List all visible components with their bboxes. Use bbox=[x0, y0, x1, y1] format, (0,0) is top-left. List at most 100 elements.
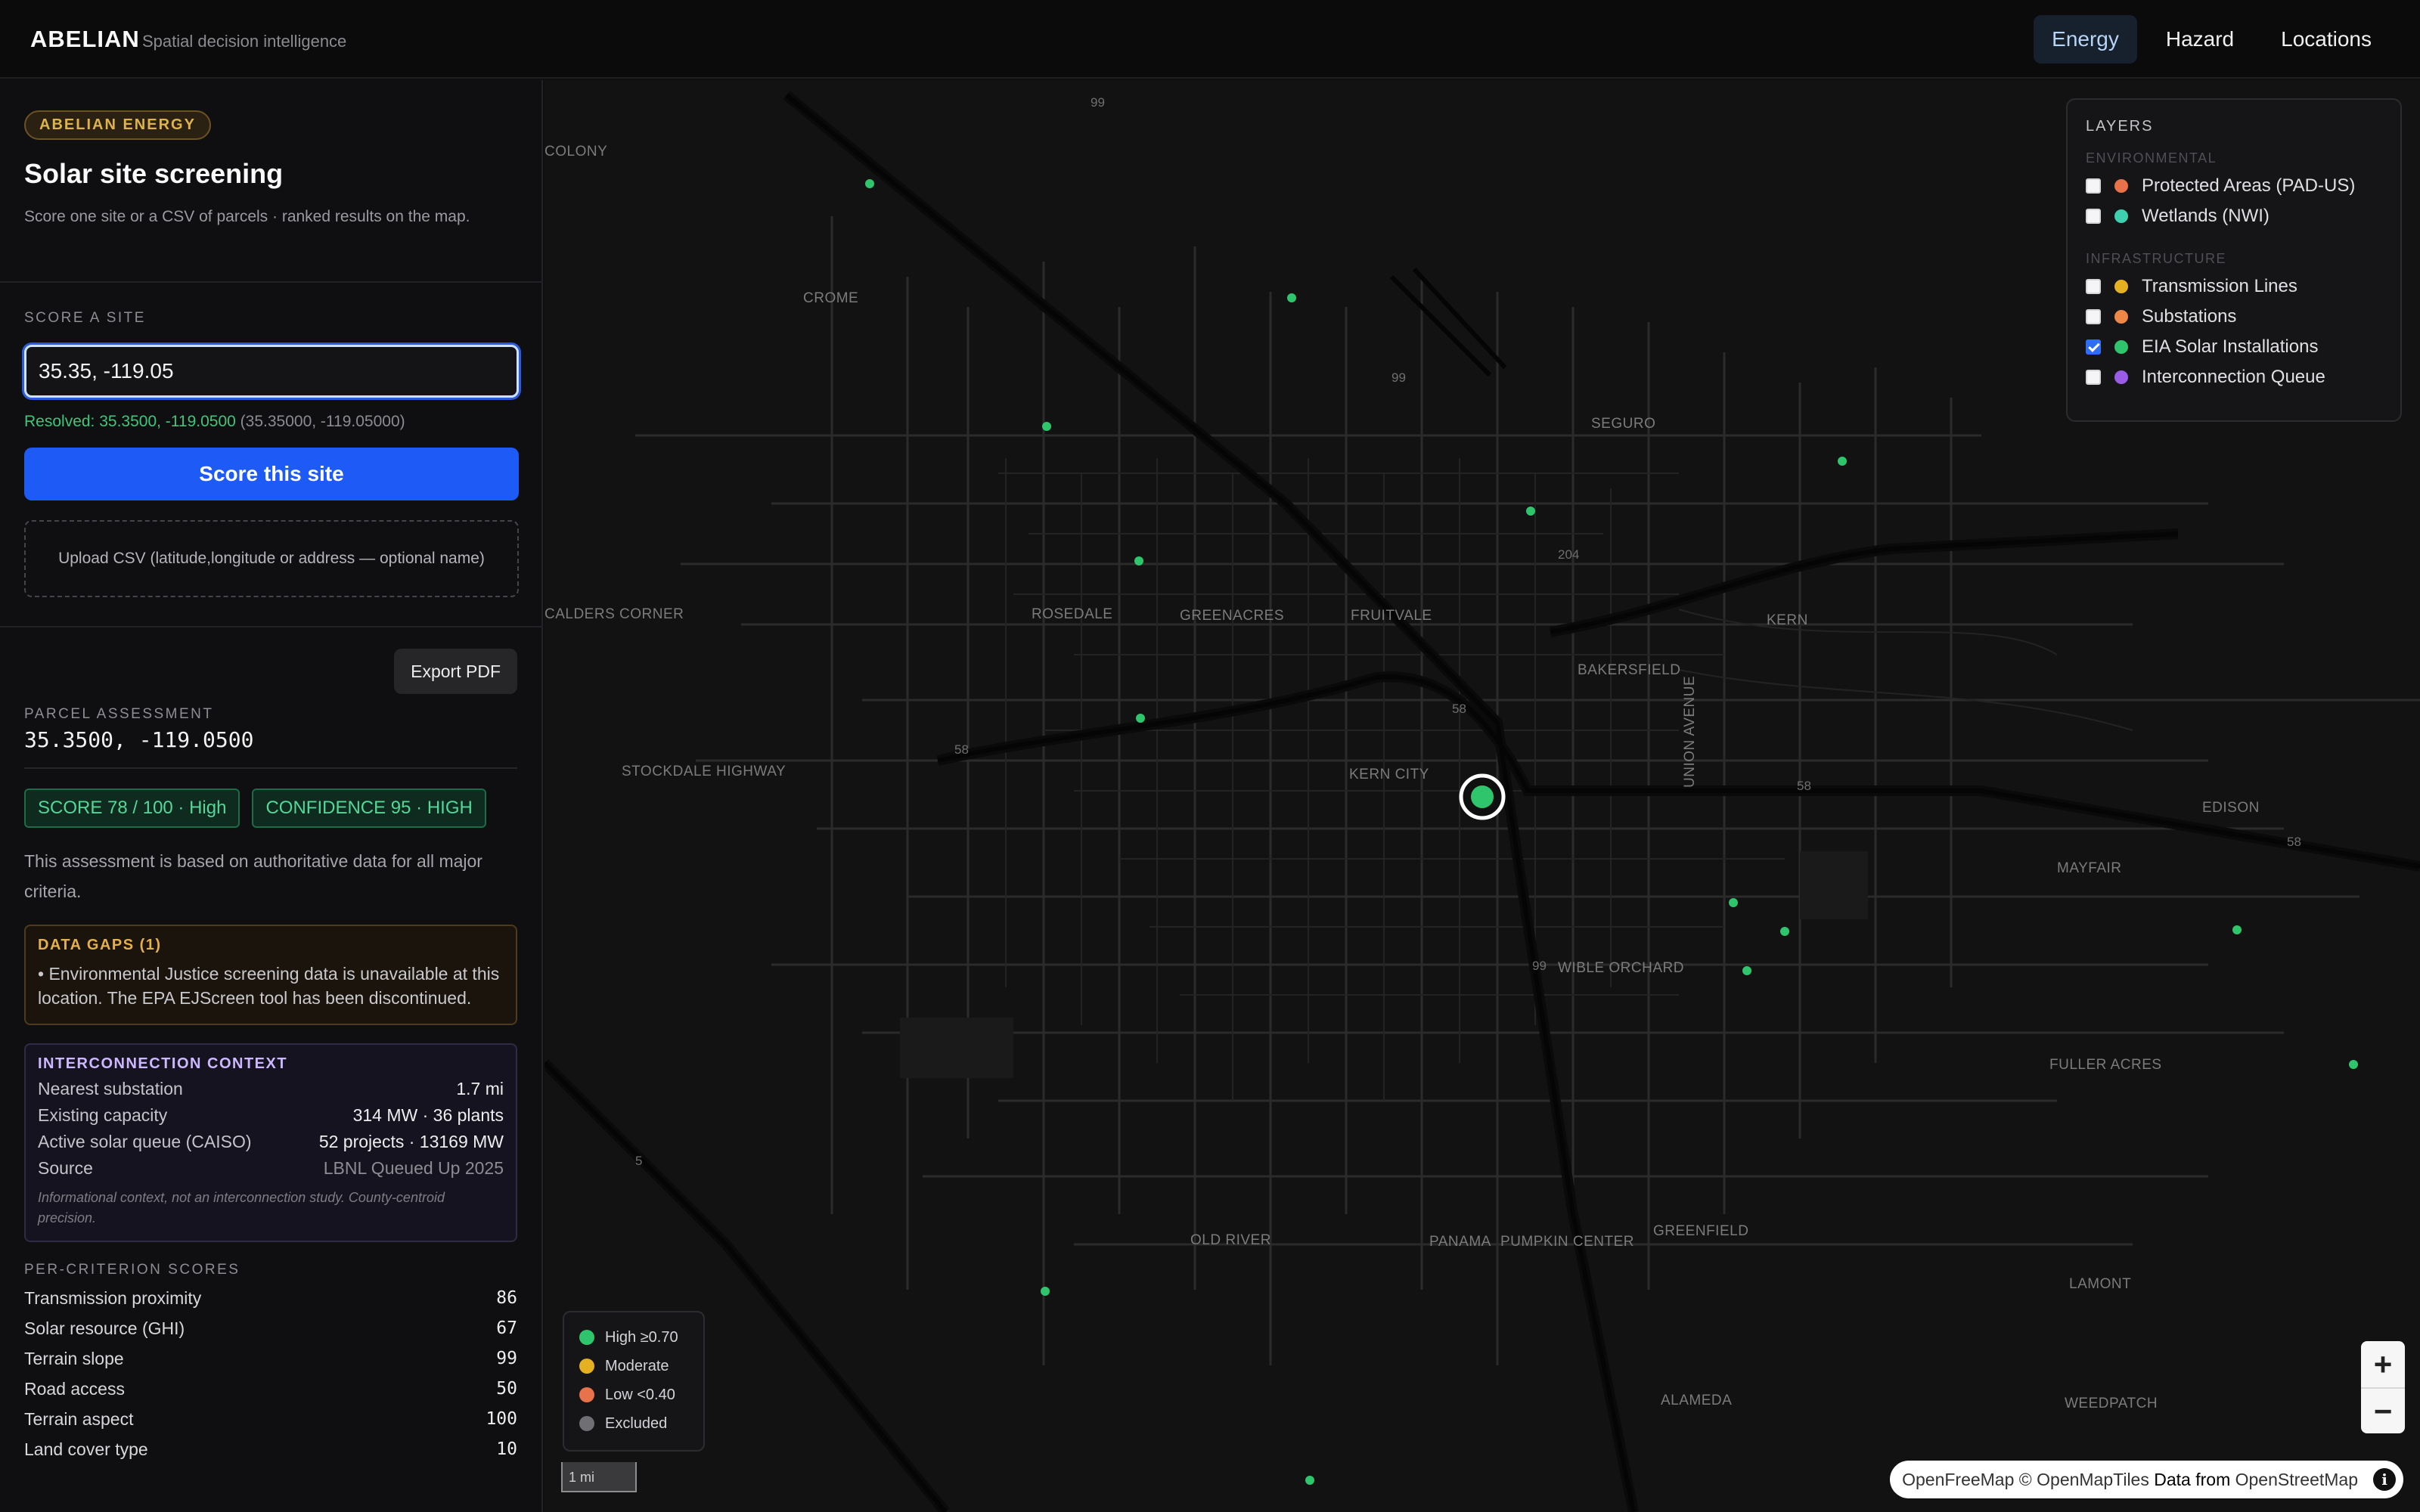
route-label: 99 bbox=[1532, 959, 1547, 973]
criterion-label: Land cover type bbox=[24, 1439, 148, 1459]
map-label-stockdale-highway: STOCKDALE HIGHWAY bbox=[622, 764, 786, 779]
assessment-summary: This assessment is based on authoritativ… bbox=[24, 851, 482, 901]
info-icon[interactable]: i bbox=[2373, 1468, 2396, 1491]
score-pills: SCORE 78 / 100 · High CONFIDENCE 95 · HI… bbox=[24, 789, 517, 828]
score-site-label: SCORE A SITE bbox=[24, 310, 146, 326]
layer-label: Transmission Lines bbox=[2142, 276, 2297, 296]
layer-label: Wetlands (NWI) bbox=[2142, 206, 2270, 226]
export-row: Export PDF bbox=[0, 649, 541, 696]
map-label-calders-corner: CALDERS CORNER bbox=[544, 606, 684, 622]
export-pdf-button[interactable]: Export PDF bbox=[394, 649, 517, 694]
criteria-list: Transmission proximity 86 Solar resource… bbox=[24, 1283, 517, 1464]
csv-upload-dropzone[interactable]: Upload CSV (latitude,longitude or addres… bbox=[24, 520, 519, 597]
criterion-value: 100 bbox=[486, 1409, 517, 1429]
tab-energy[interactable]: Energy bbox=[2034, 15, 2137, 64]
resolved-coords: Resolved: 35.3500, -119.0500 bbox=[24, 413, 236, 430]
map-label-kern-city: KERN CITY bbox=[1349, 767, 1429, 782]
route-label: 5 bbox=[635, 1154, 643, 1168]
map-label-wible-orchard: WIBLE ORCHARD bbox=[1558, 960, 1684, 976]
criterion-value: 50 bbox=[496, 1379, 517, 1399]
interconnection-row: Nearest substation 1.7 mi bbox=[38, 1079, 504, 1099]
route-label: 99 bbox=[1091, 95, 1105, 110]
tab-locations[interactable]: Locations bbox=[2263, 15, 2390, 64]
score-site-button[interactable]: Score this site bbox=[24, 448, 519, 500]
layer-color-dot bbox=[2114, 179, 2128, 193]
criterion-row: Land cover type 10 bbox=[24, 1434, 517, 1464]
layer-label: EIA Solar Installations bbox=[2142, 336, 2319, 357]
layers-group-environmental: ENVIRONMENTAL bbox=[2086, 150, 2217, 166]
map-label-fuller-acres: FULLER ACRES bbox=[2049, 1057, 2162, 1073]
layer-toggle-interconnection-queue[interactable]: Interconnection Queue bbox=[2086, 362, 2382, 392]
criterion-row: Transmission proximity 86 bbox=[24, 1283, 517, 1313]
legend-dot bbox=[579, 1416, 594, 1431]
map-label-union-avenue: UNION AVENUE bbox=[1682, 675, 1698, 788]
ic-label-source: Source bbox=[38, 1158, 93, 1178]
map-label-alameda: ALAMEDA bbox=[1661, 1393, 1733, 1408]
layer-checkbox[interactable] bbox=[2086, 309, 2101, 324]
layer-color-dot bbox=[2114, 310, 2128, 324]
layer-checkbox[interactable] bbox=[2086, 279, 2101, 294]
map-label-rosedale: ROSEDALE bbox=[1032, 606, 1113, 622]
criterion-value: 99 bbox=[496, 1349, 517, 1368]
ic-label-capacity: Existing capacity bbox=[38, 1105, 168, 1125]
ic-value-substation: 1.7 mi bbox=[456, 1079, 504, 1098]
map-land-parcel bbox=[900, 1018, 1013, 1078]
attribution-link-openmaptiles[interactable]: © OpenMapTiles bbox=[2019, 1470, 2149, 1489]
layer-checkbox[interactable] bbox=[2086, 178, 2101, 194]
criteria-label: PER-CRITERION SCORES bbox=[24, 1262, 240, 1278]
legend-label: High ≥0.70 bbox=[605, 1328, 678, 1346]
layer-toggle-protected-areas[interactable]: Protected Areas (PAD-US) bbox=[2086, 171, 2382, 201]
legend-label: Excluded bbox=[605, 1414, 668, 1432]
layer-toggle-eia-solar[interactable]: EIA Solar Installations bbox=[2086, 332, 2382, 362]
interconnection-row: Active solar queue (CAISO) 52 projects ·… bbox=[38, 1132, 504, 1152]
criterion-row: Solar resource (GHI) 67 bbox=[24, 1313, 517, 1343]
attribution-link-osm[interactable]: OpenStreetMap bbox=[2235, 1470, 2358, 1489]
layer-toggle-wetlands[interactable]: Wetlands (NWI) bbox=[2086, 201, 2382, 231]
product-badge: ABELIAN ENERGY bbox=[24, 110, 211, 140]
map-land-parcel bbox=[1800, 851, 1868, 919]
interconnection-row: Existing capacity 314 MW · 36 plants bbox=[38, 1105, 504, 1126]
map-label-edison: EDISON bbox=[2202, 800, 2260, 816]
coordinate-input[interactable] bbox=[24, 345, 519, 398]
legend-item: High ≥0.70 bbox=[579, 1323, 688, 1352]
criterion-label: Transmission proximity bbox=[24, 1287, 202, 1308]
map-label-pumpkin-center: PUMPKIN CENTER bbox=[1500, 1234, 1634, 1250]
map-label-lamont: LAMONT bbox=[2069, 1276, 2132, 1292]
map-label-kern: KERN bbox=[1767, 612, 1808, 628]
route-label: 99 bbox=[1392, 370, 1406, 385]
map-label-seguro: SEGURO bbox=[1591, 416, 1656, 432]
map-label-bakersfield: BAKERSFIELD bbox=[1578, 662, 1681, 678]
attribution-link-openfreemap[interactable]: OpenFreeMap bbox=[1902, 1470, 2014, 1489]
data-gaps-title: DATA GAPS (1) bbox=[38, 937, 162, 953]
score-badge: SCORE 78 / 100 · High bbox=[24, 789, 240, 828]
tab-hazard[interactable]: Hazard bbox=[2148, 15, 2252, 64]
route-label: 204 bbox=[1558, 547, 1580, 562]
layer-color-dot bbox=[2114, 209, 2128, 223]
criterion-row: Road access 50 bbox=[24, 1374, 517, 1404]
legend-item: Excluded bbox=[579, 1409, 688, 1438]
criterion-value: 67 bbox=[496, 1318, 517, 1338]
map-canvas[interactable]: COLONY CROME SEGURO ROSEDALE GREENACRES … bbox=[544, 80, 2420, 1512]
data-gaps-card: DATA GAPS (1) • Environmental Justice sc… bbox=[24, 925, 517, 1025]
route-label: 58 bbox=[1452, 702, 1466, 716]
layer-checkbox[interactable] bbox=[2086, 209, 2101, 224]
layer-checkbox-checked[interactable] bbox=[2086, 339, 2101, 355]
layer-checkbox[interactable] bbox=[2086, 370, 2101, 385]
layer-label: Substations bbox=[2142, 306, 2237, 327]
layer-toggle-transmission-lines[interactable]: Transmission Lines bbox=[2086, 271, 2382, 302]
legend-label: Low <0.40 bbox=[605, 1386, 675, 1403]
brand-tagline: Spatial decision intelligence bbox=[142, 32, 347, 51]
panel-title: Solar site screening bbox=[24, 158, 284, 189]
zoom-control: + − bbox=[2361, 1341, 2405, 1433]
zoom-in-button[interactable]: + bbox=[2361, 1341, 2405, 1387]
legend-item: Moderate bbox=[579, 1352, 688, 1380]
ic-value-queue: 52 projects · 13169 MW bbox=[318, 1132, 504, 1151]
map-scale-bar: 1 mi bbox=[561, 1462, 637, 1492]
brand-logo-text[interactable]: ABELIAN bbox=[30, 26, 140, 53]
resolved-precise-coords: (35.35000, -119.05000) bbox=[240, 413, 405, 430]
legend-dot bbox=[579, 1330, 594, 1345]
layer-label: Protected Areas (PAD-US) bbox=[2142, 175, 2356, 196]
map-label-weedpatch: WEEDPATCH bbox=[2065, 1396, 2158, 1411]
layer-toggle-substations[interactable]: Substations bbox=[2086, 302, 2382, 332]
zoom-out-button[interactable]: − bbox=[2361, 1387, 2405, 1433]
